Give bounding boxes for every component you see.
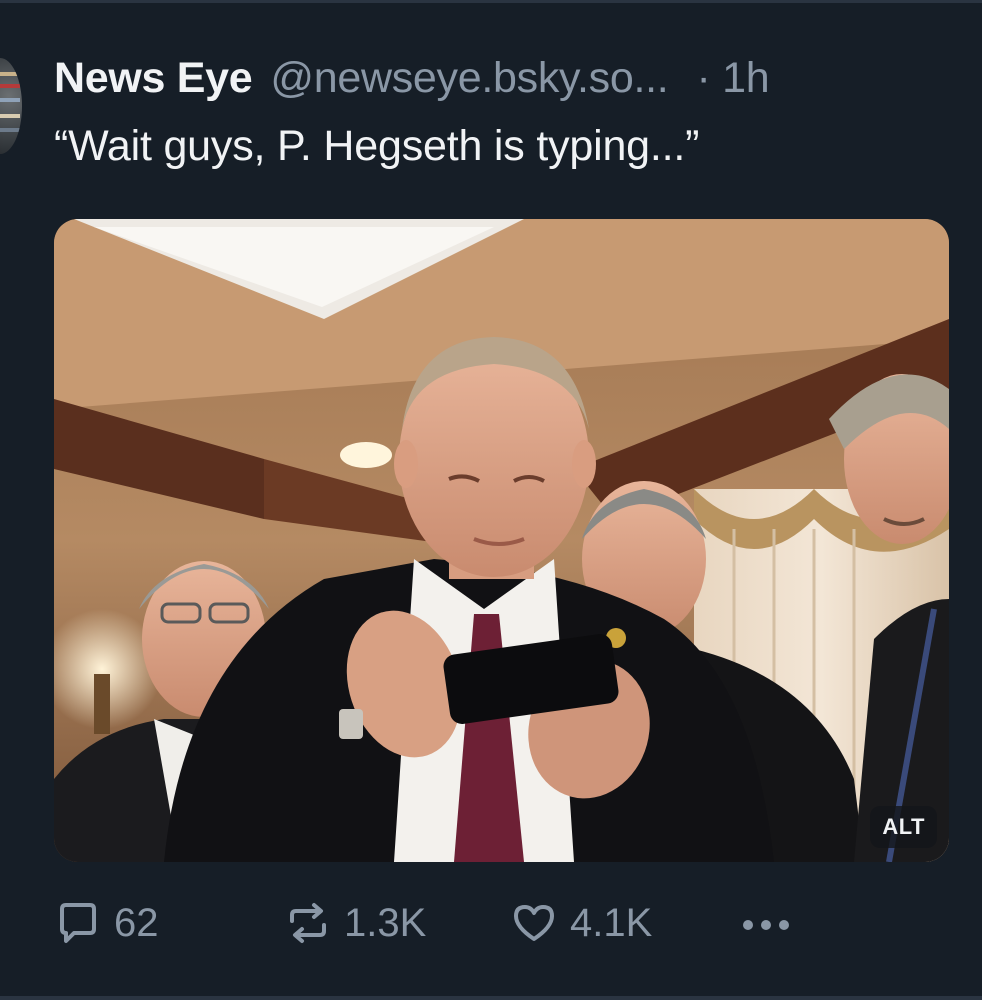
like-button[interactable]: 4.1K (510, 895, 652, 951)
avatar-detail (0, 114, 20, 118)
avatar-detail (0, 98, 20, 102)
post-timestamp[interactable]: · 1h (696, 54, 769, 103)
avatar-detail (0, 128, 20, 132)
reply-button[interactable]: 62 (54, 895, 159, 951)
heart-icon (514, 905, 554, 941)
time-ago: 1h (722, 53, 770, 102)
reply-count: 62 (114, 900, 159, 945)
post-actions: 62 1.3K 4.1K (54, 895, 834, 951)
author-handle[interactable]: @newseye.bsky.so... (270, 54, 668, 103)
bottom-divider (0, 996, 982, 1000)
avatar-detail (0, 84, 20, 88)
more-options-button[interactable] (738, 895, 806, 951)
time-separator: · (696, 53, 711, 102)
repost-button[interactable]: 1.3K (284, 895, 426, 951)
repost-count: 1.3K (344, 900, 427, 945)
post-image[interactable]: ALT (54, 219, 949, 862)
alt-text-button[interactable]: ALT (870, 806, 937, 848)
ellipsis-icon (743, 920, 789, 930)
post-text: “Wait guys, P. Hegseth is typing...” (54, 122, 700, 170)
photo-illustration (54, 219, 949, 862)
author-avatar[interactable] (0, 58, 22, 154)
post-header: News Eye @newseye.bsky.so... · 1h (54, 50, 964, 106)
author-display-name[interactable]: News Eye (54, 54, 253, 103)
repost-icon (290, 903, 326, 943)
avatar-detail (0, 72, 20, 76)
like-count: 4.1K (570, 900, 653, 945)
reply-icon (60, 903, 96, 943)
top-divider (0, 0, 982, 3)
